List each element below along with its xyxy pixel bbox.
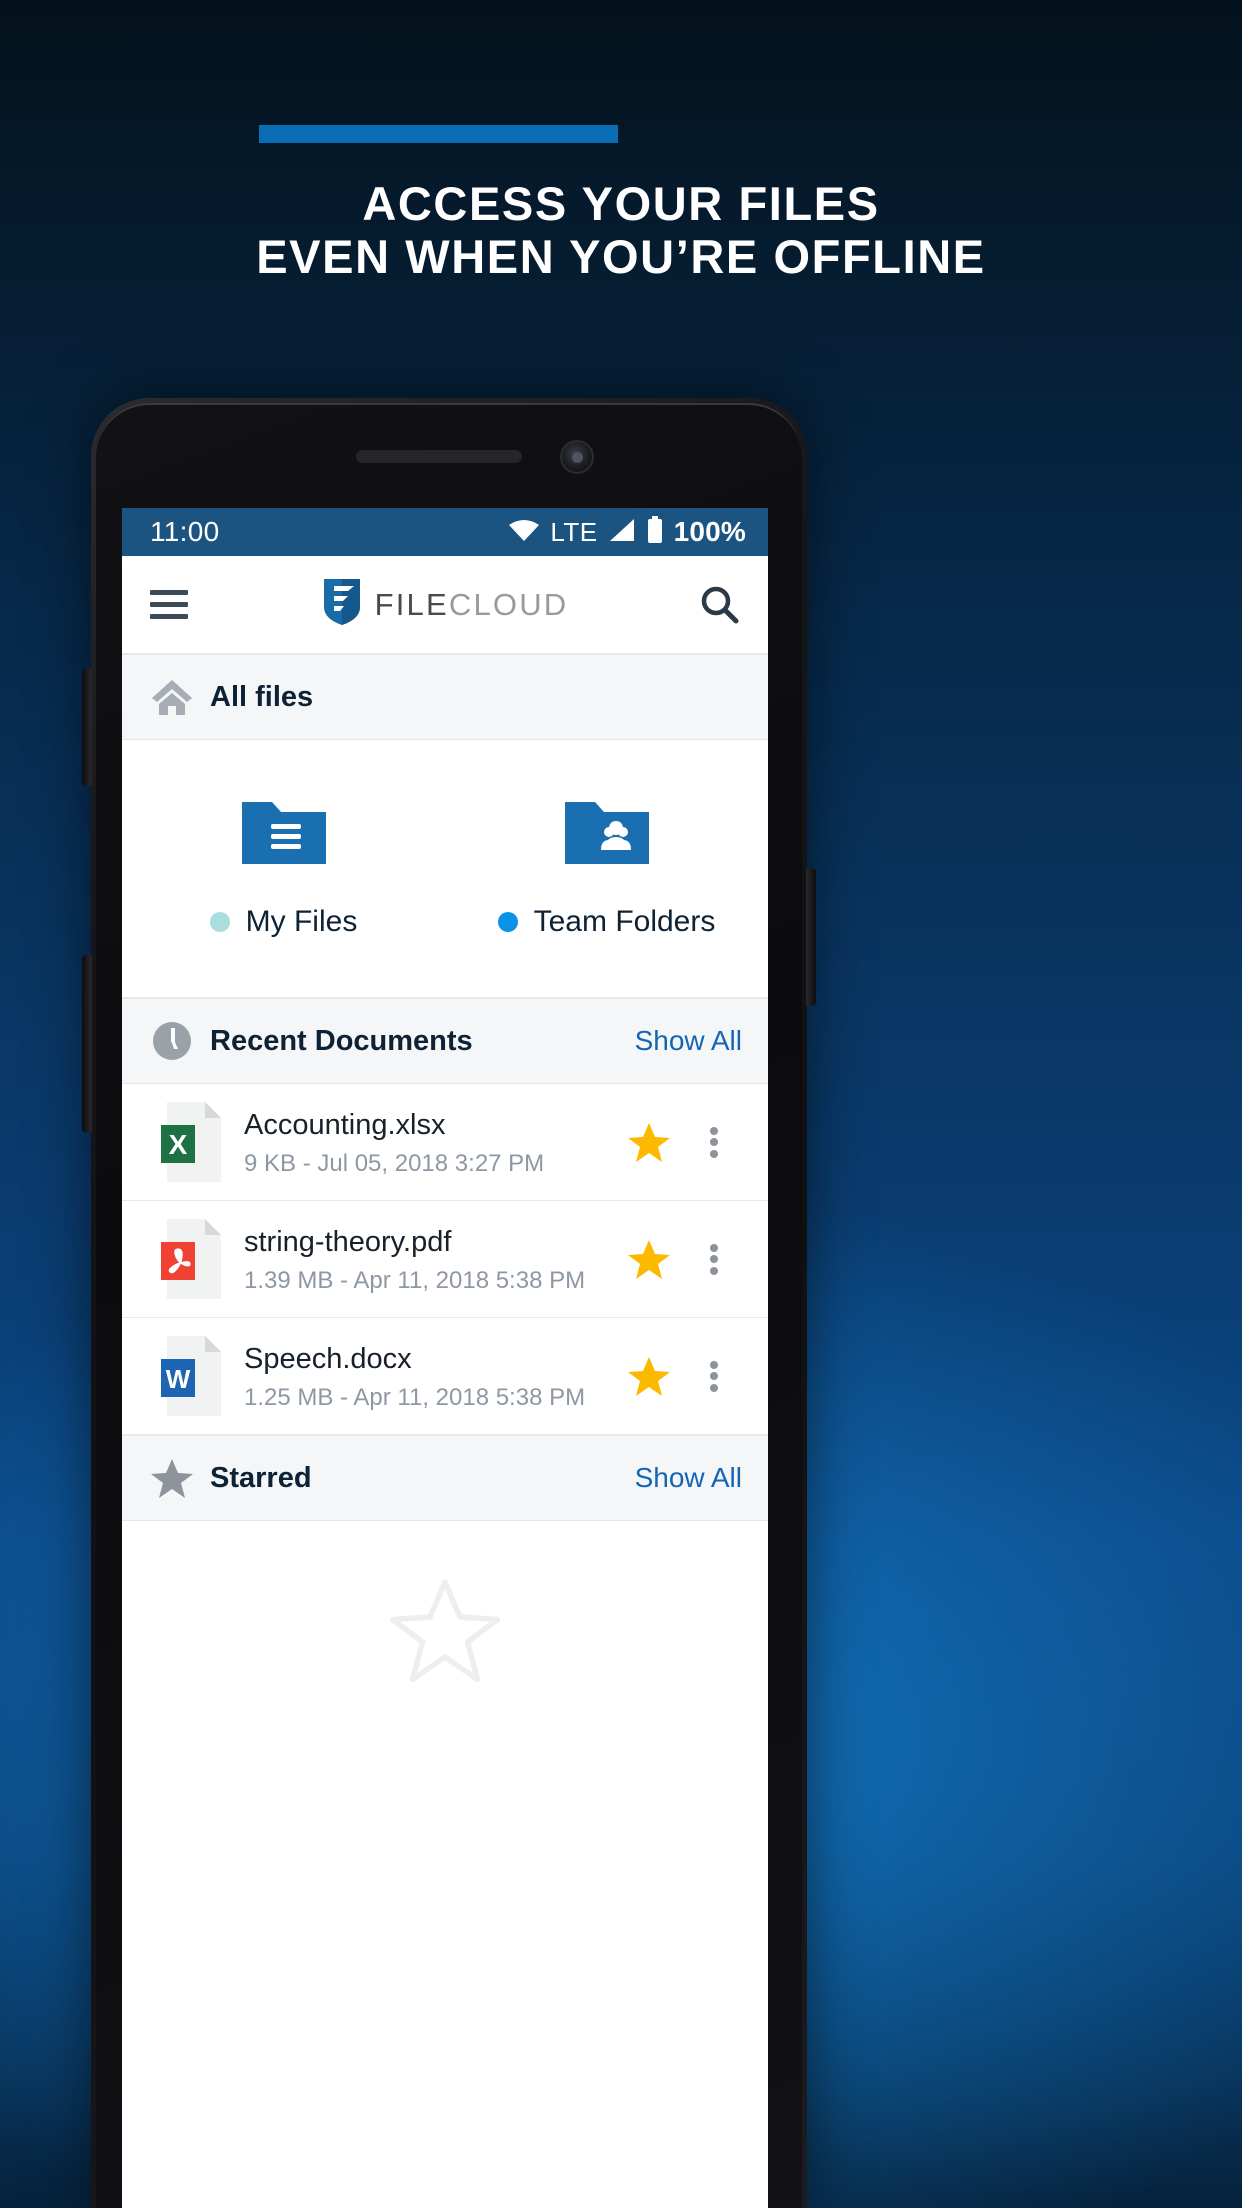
accent-bar bbox=[259, 125, 618, 143]
status-bar: 11:00 LTE 100% bbox=[122, 508, 768, 556]
show-all-recent-button[interactable]: Show All bbox=[635, 1025, 742, 1057]
home-icon bbox=[150, 677, 204, 717]
search-icon[interactable] bbox=[698, 584, 740, 626]
more-vertical-icon[interactable] bbox=[686, 1240, 742, 1278]
phone-mockup: 11:00 LTE 100% FILECLOUD All files My Fi… bbox=[82, 398, 816, 2208]
table-row[interactable]: string-theory.pdf 1.39 MB - Apr 11, 2018… bbox=[122, 1201, 768, 1318]
svg-text:X: X bbox=[169, 1129, 188, 1160]
section-header-recent-documents: Recent Documents Show All bbox=[122, 998, 768, 1084]
battery-icon bbox=[646, 515, 664, 549]
hamburger-menu-icon[interactable] bbox=[150, 590, 188, 619]
star-outline-icon bbox=[389, 1577, 501, 1687]
more-vertical-icon[interactable] bbox=[686, 1357, 742, 1395]
more-vertical-icon[interactable] bbox=[686, 1123, 742, 1161]
network-type-label: LTE bbox=[550, 516, 598, 547]
section-header-starred: Starred Show All bbox=[122, 1435, 768, 1521]
file-meta: 1.39 MB - Apr 11, 2018 5:38 PM bbox=[244, 1266, 586, 1294]
file-name: Accounting.xlsx bbox=[244, 1108, 446, 1141]
wifi-icon bbox=[508, 518, 540, 547]
folder-shortcut-team-folders[interactable]: Team Folders bbox=[445, 796, 768, 939]
volume-down-button[interactable] bbox=[82, 955, 92, 1133]
page-title: ACCESS YOUR FILES EVEN WHEN YOU’RE OFFLI… bbox=[0, 178, 1242, 283]
folder-documents-icon bbox=[238, 796, 330, 875]
folder-shortcuts: My Files Team Folders bbox=[122, 740, 768, 998]
volume-up-button[interactable] bbox=[82, 668, 92, 786]
file-meta: 1.25 MB - Apr 11, 2018 5:38 PM bbox=[244, 1383, 586, 1411]
table-row[interactable]: W Speech.docx 1.25 MB - Apr 11, 2018 5:3… bbox=[122, 1318, 768, 1435]
status-dot-team-folders bbox=[497, 912, 518, 932]
star-toggle[interactable] bbox=[612, 1238, 686, 1280]
folder-shortcut-my-files[interactable]: My Files bbox=[122, 796, 445, 939]
word-file-icon: W bbox=[150, 1333, 236, 1419]
show-all-starred-button[interactable]: Show All bbox=[635, 1462, 742, 1494]
folder-label-my-files: My Files bbox=[245, 905, 358, 938]
filecloud-shield-icon bbox=[322, 577, 362, 632]
status-clock: 11:00 bbox=[150, 516, 220, 547]
status-dot-my-files bbox=[209, 912, 230, 932]
svg-text:W: W bbox=[166, 1364, 191, 1394]
starred-empty-state bbox=[122, 1521, 768, 1721]
battery-percent-label: 100% bbox=[673, 516, 746, 547]
file-name: string-theory.pdf bbox=[244, 1225, 452, 1258]
brand-logo: FILECLOUD bbox=[122, 577, 768, 632]
front-camera-icon bbox=[560, 440, 594, 474]
brand-wordmark: FILECLOUD bbox=[375, 587, 569, 623]
brand-text-cloud: CLOUD bbox=[448, 586, 569, 622]
phone-screen: 11:00 LTE 100% FILECLOUD All files My Fi… bbox=[122, 508, 768, 2208]
star-toggle[interactable] bbox=[612, 1355, 686, 1397]
section-title-starred: Starred bbox=[210, 1461, 312, 1494]
camera-lens bbox=[572, 452, 583, 463]
headline-line-1: ACCESS YOUR FILES bbox=[362, 177, 880, 230]
pdf-file-icon bbox=[150, 1216, 236, 1302]
power-button[interactable] bbox=[806, 868, 816, 1006]
signal-icon bbox=[608, 518, 636, 547]
star-toggle[interactable] bbox=[612, 1121, 686, 1163]
file-name: Speech.docx bbox=[244, 1342, 412, 1375]
promo-screenshot-canvas: ACCESS YOUR FILES EVEN WHEN YOU’RE OFFLI… bbox=[0, 0, 1242, 2208]
table-row[interactable]: X Accounting.xlsx 9 KB - Jul 05, 2018 3:… bbox=[122, 1084, 768, 1201]
star-icon bbox=[150, 1457, 204, 1499]
section-title-recent: Recent Documents bbox=[210, 1024, 473, 1057]
breadcrumb-label: All files bbox=[210, 680, 314, 713]
brand-text-file: FILE bbox=[374, 586, 449, 622]
app-bar: FILECLOUD bbox=[122, 556, 768, 654]
headline-line-2: EVEN WHEN YOU’RE OFFLINE bbox=[256, 230, 986, 283]
folder-team-icon bbox=[561, 796, 653, 875]
excel-file-icon: X bbox=[150, 1099, 236, 1185]
file-meta: 9 KB - Jul 05, 2018 3:27 PM bbox=[244, 1149, 545, 1177]
folder-label-team-folders: Team Folders bbox=[533, 905, 716, 938]
earpiece-speaker bbox=[356, 450, 522, 463]
clock-icon bbox=[150, 1019, 204, 1063]
breadcrumb[interactable]: All files bbox=[122, 654, 768, 740]
